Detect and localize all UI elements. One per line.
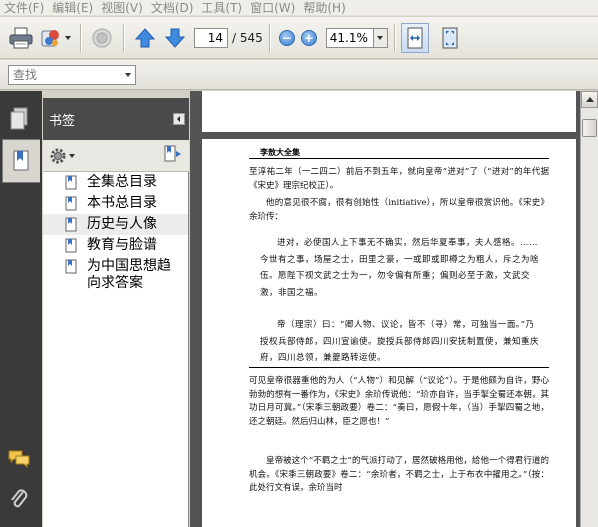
tab-attachments[interactable] <box>0 477 38 521</box>
running-header: 李敖大全集 <box>260 147 300 157</box>
options-button[interactable] <box>49 147 75 165</box>
bookmark-item-selected[interactable]: 历史与人像 <box>43 214 188 235</box>
bookmark-item[interactable]: 为中国思想趋向求答案 <box>43 256 188 294</box>
previous-page-button[interactable] <box>130 23 160 53</box>
paragraph: 皇帝被这个“不羁之士”的气派打动了，居然破格用他，给他一个得君行道的机会。《宋季… <box>249 456 549 493</box>
scroll-up-button[interactable] <box>581 91 598 108</box>
document-view[interactable]: 李敖大全集 至淳祐二年（一二四二）前后不到五年，就向皇帝“进对”了（“进对”的年… <box>190 91 580 527</box>
arrow-up-icon <box>134 27 156 47</box>
tab-bookmarks[interactable] <box>2 139 40 183</box>
gear-icon <box>50 148 66 163</box>
tab-comments[interactable] <box>0 437 38 481</box>
bookmark-item[interactable]: 全集总目录 <box>43 172 188 193</box>
print-button[interactable] <box>6 23 36 53</box>
stamp-button[interactable] <box>87 23 117 53</box>
menu-window[interactable]: 窗口(W) <box>250 1 303 15</box>
bookmark-label: 全集总目录 <box>87 174 157 190</box>
bookmarks-icon <box>13 150 28 171</box>
chevron-down-icon <box>65 35 71 40</box>
menu-help[interactable]: 帮助(H) <box>303 1 353 15</box>
header-rule <box>249 158 549 159</box>
bookmark-icon <box>65 196 77 211</box>
chevron-up-icon <box>585 97 594 102</box>
search-input[interactable]: 查找 <box>8 64 136 85</box>
toolbar: / 545 − + <box>0 17 598 59</box>
zoom-out-button[interactable]: − <box>278 29 295 46</box>
navigation-strip <box>0 91 42 527</box>
bookmark-label: 历史与人像 <box>87 216 157 232</box>
chevron-left-icon <box>177 116 180 122</box>
chevron-down-icon <box>377 35 384 40</box>
paragraph: 可见皇帝很器重他的为人（“人物”）和见解（“议论”）。于是他颇为自许，野心勃勃的… <box>249 376 549 427</box>
chevron-down-icon <box>69 153 75 158</box>
fit-width-button[interactable] <box>400 22 429 53</box>
menu-tools[interactable]: 工具(T) <box>201 1 250 15</box>
stamp-icon <box>92 28 112 47</box>
bookmark-item[interactable]: 本书总目录 <box>43 193 188 214</box>
menu-edit[interactable]: 编辑(E) <box>52 1 101 15</box>
scroll-thumb[interactable] <box>582 119 597 137</box>
menu-file[interactable]: 文件(F) <box>4 1 52 15</box>
attachments-icon <box>11 489 28 508</box>
bookmark-label: 本书总目录 <box>87 195 157 211</box>
menu-view[interactable]: 视图(V) <box>101 1 151 15</box>
share-button[interactable] <box>36 23 74 53</box>
bookmark-icon <box>65 175 77 190</box>
menu-document[interactable]: 文档(D) <box>151 1 202 15</box>
zoom-input[interactable] <box>325 27 374 48</box>
zoom-in-button[interactable]: + <box>300 29 317 46</box>
quote-rule <box>249 367 549 368</box>
pages-icon <box>10 107 28 130</box>
vertical-scrollbar[interactable] <box>580 91 598 527</box>
previous-page <box>202 91 576 132</box>
bookmark-item[interactable]: 教育与脸谱 <box>43 235 188 256</box>
bookmark-label: 教育与脸谱 <box>87 237 157 253</box>
bookmarks-toolbar <box>43 140 189 172</box>
comments-icon <box>8 450 30 469</box>
fit-width-icon <box>407 27 423 48</box>
toolbar-divider <box>393 23 395 52</box>
bookmark-label: 为中国思想趋向求答案 <box>87 258 171 291</box>
zoom-in-icon: + <box>303 30 314 45</box>
paragraph: 至淳祐二年（一二四二）前后不到五年，就向皇帝“进对”了（“进对”的年代据《宋史》… <box>249 167 549 191</box>
bookmark-icon <box>65 217 77 232</box>
block-quote: 帝（理宗）曰：“卿人物、议论，皆不（寻）常，可独当一面。”乃授权兵部侍郎，四川宣… <box>260 320 540 363</box>
share-icon <box>41 29 59 46</box>
page-number-input[interactable] <box>194 27 228 48</box>
tab-pages[interactable] <box>0 97 38 141</box>
toolbar-divider <box>80 23 81 52</box>
search-bar: 查找 <box>0 60 598 90</box>
bookmark-icon <box>65 259 77 274</box>
fit-page-icon <box>442 27 458 48</box>
paragraph: 他的意见很不腐，很有创始性（initiative），所以皇帝很赏识他。《宋史》余… <box>249 198 549 222</box>
bookmark-expand-icon <box>164 145 181 162</box>
bookmark-list: 全集总目录 本书总目录 历史与人像 教育与脸谱 为中国思想趋向求答案 <box>43 172 189 527</box>
search-placeholder: 查找 <box>13 68 38 82</box>
bookmarks-panel-header: 书签 <box>43 98 189 140</box>
collapse-panel-button[interactable] <box>173 113 185 125</box>
bookmarks-title: 书签 <box>49 113 76 129</box>
fit-page-button[interactable] <box>435 23 465 53</box>
bookmark-icon <box>65 238 77 253</box>
printer-icon <box>9 27 33 48</box>
next-page-button[interactable] <box>160 23 190 53</box>
menu-bar: 文件(F) 编辑(E) 视图(V) 文档(D) 工具(T) 窗口(W) 帮助(H… <box>0 0 598 16</box>
zoom-dropdown-button[interactable] <box>373 27 388 48</box>
block-quote: 进对，必使国人上下事无不确实，然后华夏奉事，夫人感格。……今世有之事，场屋之士，… <box>260 238 540 298</box>
document-page: 李敖大全集 至淳祐二年（一二四二）前后不到五年，就向皇帝“进对”了（“进对”的年… <box>202 139 576 527</box>
expand-bookmark-button[interactable] <box>163 145 183 166</box>
arrow-down-icon <box>164 28 186 48</box>
zoom-out-icon: − <box>281 30 292 45</box>
chevron-down-icon[interactable] <box>125 72 131 77</box>
page-total: / 545 <box>232 30 263 45</box>
toolbar-divider <box>268 23 270 52</box>
toolbar-divider <box>123 23 124 52</box>
